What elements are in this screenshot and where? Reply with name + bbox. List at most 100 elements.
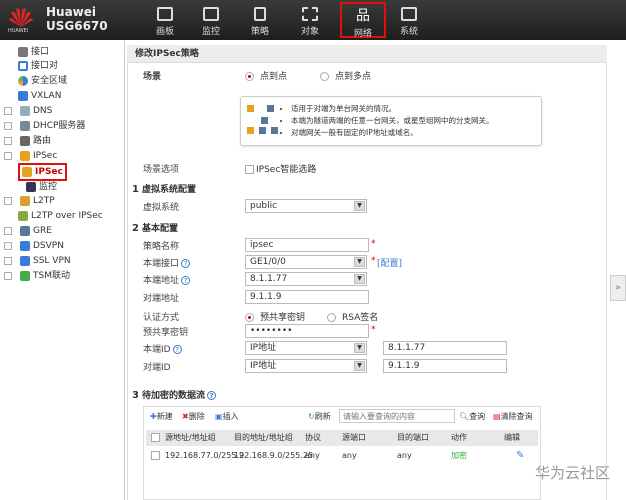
local-address-select[interactable]: 8.1.1.77 ▼ xyxy=(245,272,367,286)
ssl-vpn-icon xyxy=(20,255,30,266)
radio-label: RSA签名 xyxy=(342,313,379,323)
nav-dashboard[interactable]: 画板 xyxy=(142,2,188,38)
vsys-label: 虚拟系统 xyxy=(143,203,180,213)
radio-icon[interactable] xyxy=(327,313,336,322)
sidebar-item-label: 安全区域 xyxy=(31,76,68,86)
label-text: 本端地址 xyxy=(143,276,180,286)
nav-monitor[interactable]: 监控 xyxy=(188,2,234,38)
help-icon[interactable]: ? xyxy=(181,276,191,285)
expand-icon[interactable] xyxy=(4,136,12,145)
sidebar-item-ipsec[interactable]: IPSec xyxy=(18,163,67,181)
help-icon[interactable]: ? xyxy=(172,345,182,354)
radio-icon[interactable] xyxy=(320,72,329,81)
cell-source-port: any xyxy=(342,451,357,460)
expand-icon[interactable] xyxy=(4,121,12,130)
radio-rsa[interactable]: RSA签名 xyxy=(327,310,378,323)
sidebar-item-l2tp-over-ipsec[interactable]: L2TP over IPSec xyxy=(18,209,103,223)
help-icon[interactable]: ? xyxy=(206,391,216,400)
row-checkbox[interactable] xyxy=(151,451,160,460)
sidebar-item-ipsec-monitor[interactable]: 监控 xyxy=(26,180,57,194)
scene-label: 场景 xyxy=(143,72,162,82)
new-button[interactable]: ✚新建 xyxy=(150,411,173,422)
clear-query-button[interactable]: ▤清除查询 xyxy=(493,411,533,422)
sidebar-item-security-zone[interactable]: 安全区域 xyxy=(18,74,67,88)
peer-id-type-select[interactable]: IP地址 ▼ xyxy=(245,359,367,373)
sidebar-item-label: IPSec xyxy=(33,151,58,161)
chevron-down-icon: ▼ xyxy=(354,343,365,353)
device-brand: Huawei USG6670 xyxy=(46,5,108,33)
policy-name-input[interactable]: ipsec xyxy=(245,238,369,252)
l2tp-icon xyxy=(20,195,30,206)
radio-point-to-point[interactable]: 点到点 xyxy=(245,69,287,82)
local-id-input[interactable]: 8.1.1.77 xyxy=(383,341,507,355)
label-text: 本端ID xyxy=(143,345,171,355)
delete-button[interactable]: ✖删除 xyxy=(182,411,205,422)
search-input[interactable] xyxy=(339,409,455,423)
sidebar-item-dns[interactable]: DNS xyxy=(4,104,52,118)
monitor-icon xyxy=(26,181,36,192)
dsvpn-icon xyxy=(20,240,30,251)
help-icon[interactable]: ? xyxy=(181,259,191,268)
sidebar-item-ipsec-group[interactable]: IPSec xyxy=(4,149,57,163)
sidebar-item-dhcp[interactable]: DHCP服务器 xyxy=(4,119,85,133)
smart-route-checkbox[interactable]: IPSec智能选路 xyxy=(245,162,316,175)
top-header: HUAWEI Huawei USG6670 画板 监控 策略 对象 品网络 系统 xyxy=(0,0,626,40)
expand-icon[interactable] xyxy=(4,271,12,280)
nav-object[interactable]: 对象 xyxy=(287,2,333,38)
sidebar-item-label: VXLAN xyxy=(31,91,62,101)
sidebar-item-tsm[interactable]: TSM联动 xyxy=(4,269,70,283)
sidebar-item-ssl-vpn[interactable]: SSL VPN xyxy=(4,254,71,268)
vsys-select[interactable]: public ▼ xyxy=(245,199,367,213)
expand-icon[interactable] xyxy=(4,256,12,265)
cell-source: 192.168.77.0/255.2 xyxy=(165,451,245,460)
sidebar-item-dsvpn[interactable]: DSVPN xyxy=(4,239,64,253)
local-interface-select[interactable]: GE1/0/0 ▼ xyxy=(245,255,367,269)
gre-icon xyxy=(20,225,30,236)
button-label: 新建 xyxy=(156,412,173,421)
cell-protocol: any xyxy=(305,451,320,460)
tip-item: 对端网关一般有固定的IP地址或域名。 xyxy=(291,127,494,139)
expand-icon[interactable] xyxy=(4,241,12,250)
radio-icon[interactable] xyxy=(245,313,254,322)
expand-icon[interactable] xyxy=(4,106,12,115)
sidebar-item-route[interactable]: 路由 xyxy=(4,134,51,148)
collapse-icon[interactable] xyxy=(4,151,12,160)
button-label: 查询 xyxy=(469,412,486,421)
config-link[interactable]: [配置] xyxy=(377,256,402,269)
sidebar-item-interface[interactable]: 接口 xyxy=(18,45,49,59)
sidebar-item-vxlan[interactable]: VXLAN xyxy=(18,89,61,103)
expand-panel-icon[interactable]: » xyxy=(610,275,626,301)
select-value: IP地址 xyxy=(250,361,277,371)
auth-method-label: 认证方式 xyxy=(143,313,180,323)
monitor-icon xyxy=(203,7,219,21)
sidebar-item-l2tp[interactable]: L2TP xyxy=(4,194,55,208)
radio-icon[interactable] xyxy=(245,72,254,81)
nav-system[interactable]: 系统 xyxy=(386,2,432,38)
nav-policy[interactable]: 策略 xyxy=(237,2,283,38)
query-button[interactable]: 🔍︎查询 xyxy=(459,411,485,422)
local-id-type-select[interactable]: IP地址 ▼ xyxy=(245,341,367,355)
radio-psk[interactable]: 预共享密钥 xyxy=(245,310,305,323)
peer-address-input[interactable]: 9.1.1.9 xyxy=(245,290,369,304)
sidebar-item-gre[interactable]: GRE xyxy=(4,224,52,238)
dashboard-icon xyxy=(157,7,173,21)
expand-icon[interactable] xyxy=(4,226,12,235)
huawei-logo xyxy=(8,6,34,28)
psk-input[interactable]: •••••••• xyxy=(245,324,369,338)
refresh-button[interactable]: ↻刷新 xyxy=(308,411,331,422)
nav-network[interactable]: 品网络 xyxy=(340,2,386,39)
sidebar-item-label: 监控 xyxy=(39,182,58,192)
expand-icon[interactable] xyxy=(4,196,12,205)
label-text: 本端接口 xyxy=(143,259,180,269)
select-all-checkbox[interactable] xyxy=(151,433,160,442)
peer-id-input[interactable]: 9.1.1.9 xyxy=(383,359,507,373)
checkbox-icon[interactable] xyxy=(245,165,254,174)
sidebar-item-label: GRE xyxy=(33,226,52,236)
section-vsys: 1 虚拟系统配置 xyxy=(132,182,196,195)
sidebar-item-interface-pair[interactable]: 接口对 xyxy=(18,59,58,73)
radio-point-to-multipoint[interactable]: 点到多点 xyxy=(320,69,371,82)
insert-button[interactable]: ▣插入 xyxy=(215,411,239,422)
document-icon xyxy=(254,7,266,21)
select-value: IP地址 xyxy=(250,343,277,353)
edit-icon[interactable]: ✎ xyxy=(516,450,524,462)
